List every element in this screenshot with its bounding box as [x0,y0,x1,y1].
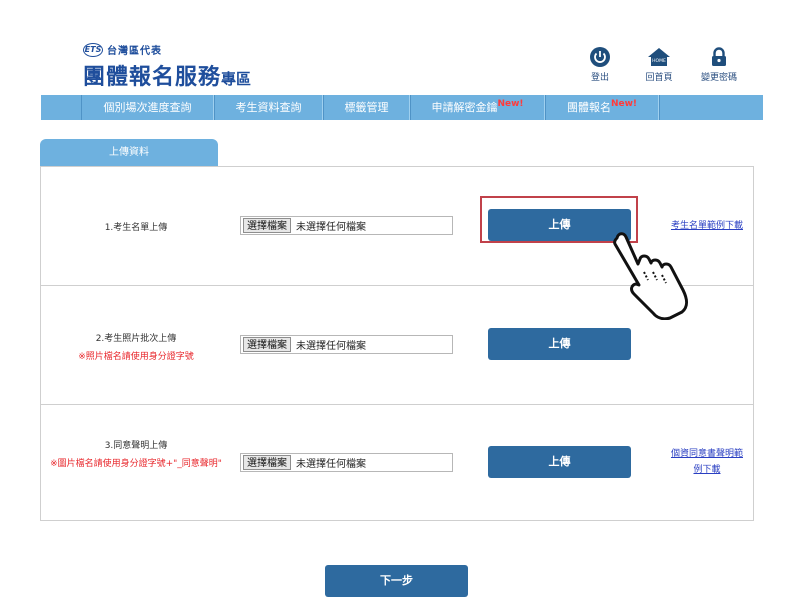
tab-upload-data[interactable]: 上傳資料 [40,139,218,166]
logout-label: 登出 [590,73,609,83]
home-link[interactable]: HOME 回首頁 [634,47,684,83]
nav-label: 標籤管理 [344,101,389,114]
row-label-photos: 2.考生照片批次上傳 ※照片檔名請使用身分證字號 [41,331,231,364]
file-status: 未選擇任何檔案 [296,341,366,352]
consent-sample-download-link[interactable]: 個資同意書聲明範 例下載 [665,446,749,478]
nav-label: 考生資料查詢 [235,101,302,114]
home-icon: HOME [648,48,670,66]
brand-title-main: 團體報名服務 [83,65,222,90]
nav-item-candidate-search[interactable]: 考生資料查詢 [214,95,323,120]
page-brand-title: 團體報名服務專區 [83,59,251,91]
nav-item-group-registration[interactable]: 團體報名New! [545,95,659,120]
consent-filename-note: ※圖片檔名請使用身分證字號+"_同意聲明" [50,459,222,469]
new-badge: New! [497,99,524,109]
new-badge: New! [610,99,638,109]
lock-icon [712,47,726,66]
file-status: 未選擇任何檔案 [296,222,366,233]
nav-item-session-progress[interactable]: 個別場次進度查詢 [81,95,214,120]
upload-photos-button[interactable]: 上傳 [488,328,631,360]
main-nav: 個別場次進度查詢 考生資料查詢 標籤管理 申請解密金鑰New! 團體報名New! [41,95,763,120]
file-input-candidate-list[interactable]: 選擇檔案 未選擇任何檔案 [240,216,453,235]
nav-label: 團體報名 [566,101,611,114]
choose-file-button[interactable]: 選擇檔案 [243,218,291,233]
nav-item-decryption-key[interactable]: 申請解密金鑰New! [410,95,545,120]
file-status: 未選擇任何檔案 [296,459,366,470]
choose-file-button[interactable]: 選擇檔案 [243,337,291,352]
change-password-link[interactable]: 變更密碼 [694,47,744,83]
upload-row-consent: 3.同意聲明上傳 ※圖片檔名請使用身分證字號+"_同意聲明" 選擇檔案 未選擇任… [41,405,753,522]
logout-link[interactable]: 登出 [575,47,625,83]
home-label: 回首頁 [645,73,673,83]
power-icon [590,47,610,67]
ets-badge: ETS [83,42,103,57]
nav-item-blank [659,95,763,120]
file-input-consent[interactable]: 選擇檔案 未選擇任何檔案 [240,453,453,472]
row-label-consent: 3.同意聲明上傳 ※圖片檔名請使用身分證字號+"_同意聲明" [45,438,227,471]
upload-panel: 1.考生名單上傳 選擇檔案 未選擇任何檔案 上傳 考生名單範例下載 2.考生照片… [40,166,754,521]
nav-item-label-management[interactable]: 標籤管理 [323,95,410,120]
next-step-button[interactable]: 下一步 [325,565,468,597]
choose-file-button[interactable]: 選擇檔案 [243,455,291,470]
file-input-photos[interactable]: 選擇檔案 未選擇任何檔案 [240,335,453,354]
logo-subtitle: 台灣區代表 [107,46,162,57]
nav-label: 個別場次進度查詢 [103,101,192,114]
brand-title-suffix: 專區 [221,70,252,88]
change-password-label: 變更密碼 [700,73,737,83]
upload-consent-button[interactable]: 上傳 [488,446,631,478]
nav-label: 申請解密金鑰 [431,101,498,114]
home-icon-text: HOME [652,58,666,64]
row-label-candidate-list: 1.考生名單上傳 [104,223,168,233]
site-logo: ETS 台灣區代表 團體報名服務專區 [83,42,251,91]
photo-filename-note: ※照片檔名請使用身分證字號 [78,352,194,362]
pointing-hand-cursor-icon [613,232,689,320]
